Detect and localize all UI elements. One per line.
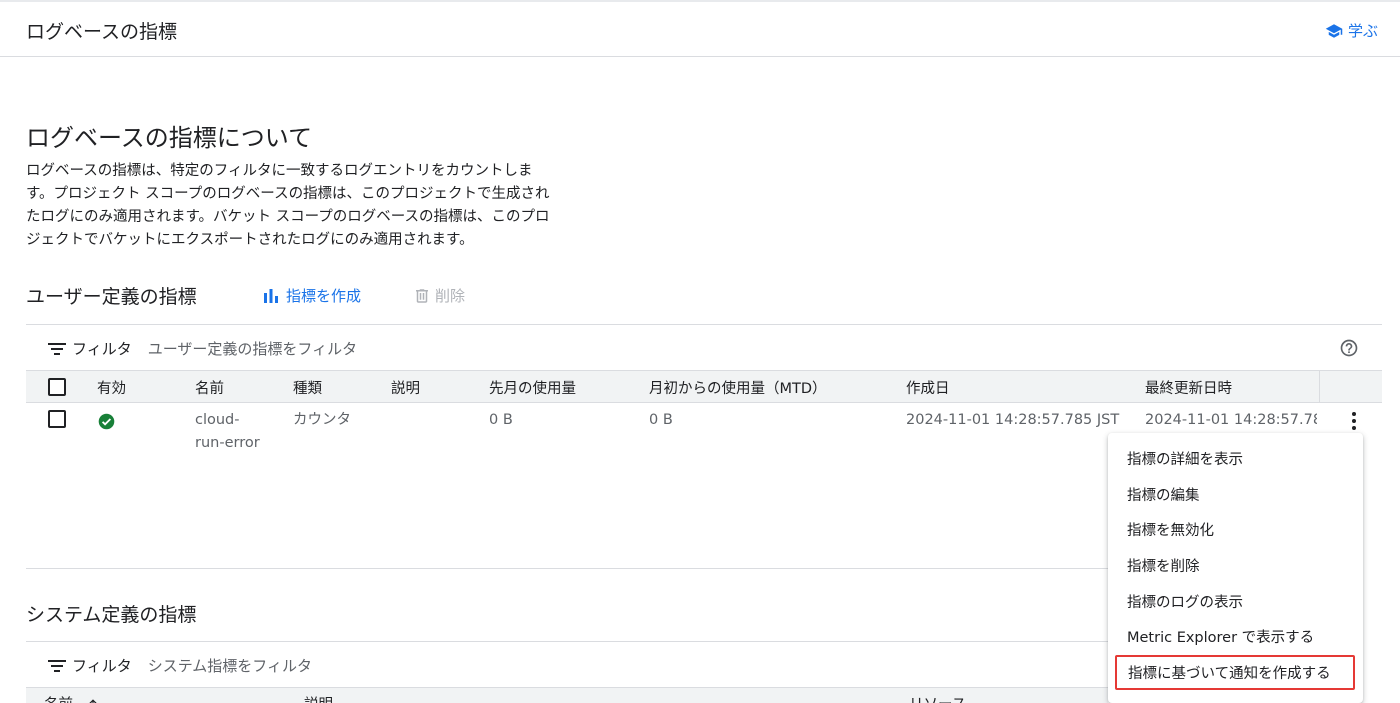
column-divider	[1319, 371, 1320, 402]
create-metric-label: 指標を作成	[286, 287, 362, 305]
graduation-cap-icon	[1325, 23, 1343, 38]
system-filter-bar[interactable]: フィルタ システム指標をフィルタ	[48, 655, 312, 676]
filter-label: フィルタ	[72, 657, 132, 675]
divider	[26, 568, 1108, 569]
filter-icon	[48, 342, 66, 355]
trash-icon	[416, 288, 428, 303]
check-circle-icon	[98, 413, 115, 430]
menu-item-edit-metric[interactable]: 指標の編集	[1108, 477, 1363, 513]
system-metrics-table-header: 名前 説明 リソース	[26, 687, 1108, 703]
divider	[26, 324, 1382, 325]
metric-context-menu: 指標の詳細を表示 指標の編集 指標を無効化 指標を削除 指標のログの表示 Met…	[1108, 433, 1363, 703]
column-header-updated[interactable]: 最終更新日時	[1145, 377, 1232, 398]
column-header-description[interactable]: 説明	[304, 693, 333, 703]
metric-last-month-usage: 0 B	[489, 412, 513, 428]
column-header-last-month-usage[interactable]: 先月の使用量	[489, 377, 576, 398]
menu-item-view-details[interactable]: 指標の詳細を表示	[1108, 441, 1363, 477]
about-description: ログベースの指標は、特定のフィルタに一致するログエントリをカウントしま す。プロ…	[26, 160, 596, 252]
system-metrics-heading: システム定義の指標	[26, 604, 197, 626]
menu-item-delete-metric[interactable]: 指標を削除	[1108, 548, 1363, 584]
about-line: す。プロジェクト スコープのログベースの指標は、このプロジェクトで生成され	[26, 186, 550, 202]
menu-item-disable-metric[interactable]: 指標を無効化	[1108, 512, 1363, 548]
column-header-description[interactable]: 説明	[391, 377, 420, 398]
user-filter-bar[interactable]: フィルタ ユーザー定義の指標をフィルタ	[48, 338, 357, 359]
user-metrics-table-header: 有効 名前 種類 説明 先月の使用量 月初からの使用量（MTD） 作成日 最終更…	[26, 370, 1382, 403]
page-title: ログベースの指標	[26, 21, 178, 43]
system-filter-input[interactable]: システム指標をフィルタ	[148, 655, 312, 676]
user-filter-input[interactable]: ユーザー定義の指標をフィルタ	[148, 338, 357, 359]
column-header-mtd-usage[interactable]: 月初からの使用量（MTD）	[649, 377, 827, 398]
column-header-name-label: 名前	[44, 697, 73, 703]
column-header-type[interactable]: 種類	[293, 377, 322, 398]
bar-chart-icon	[264, 288, 278, 303]
filter-label: フィルタ	[72, 340, 132, 358]
row-checkbox[interactable]	[48, 410, 66, 428]
user-metrics-heading: ユーザー定義の指標	[26, 286, 197, 308]
column-header-name[interactable]: 名前	[195, 377, 224, 398]
divider	[26, 641, 1108, 642]
delete-label: 削除	[435, 287, 466, 305]
column-header-name[interactable]: 名前	[44, 693, 100, 703]
top-bar: ログベースの指標 学ぶ	[0, 0, 1400, 57]
about-heading: ログベースの指標について	[26, 124, 313, 152]
about-line: ジェクトでバケットにエクスポートされたログにのみ適用されます。	[26, 232, 474, 248]
column-header-created[interactable]: 作成日	[906, 377, 950, 398]
metric-name[interactable]: cloud- run-error	[195, 409, 260, 455]
about-line: ログベースの指標は、特定のフィルタに一致するログエントリをカウントしま	[26, 163, 533, 179]
metric-updated: 2024-11-01 14:28:57.785	[1145, 412, 1317, 428]
create-metric-button[interactable]: 指標を作成	[262, 285, 361, 306]
help-icon[interactable]	[1339, 338, 1359, 358]
column-header-enabled[interactable]: 有効	[97, 377, 126, 398]
menu-item-create-alert[interactable]: 指標に基づいて通知を作成する	[1115, 654, 1355, 691]
metric-name-line: cloud-	[195, 412, 240, 428]
metric-created: 2024-11-01 14:28:57.785 JST	[906, 412, 1120, 428]
learn-button[interactable]: 学ぶ	[1325, 20, 1378, 41]
select-all-checkbox[interactable]	[48, 378, 66, 396]
menu-item-view-logs[interactable]: 指標のログの表示	[1108, 583, 1363, 619]
delete-button[interactable]: 削除	[413, 285, 465, 306]
metric-name-line: run-error	[195, 435, 260, 451]
metric-type: カウンタ	[293, 412, 351, 428]
learn-label: 学ぶ	[1347, 22, 1378, 40]
menu-item-view-in-metrics-explorer[interactable]: Metric Explorer で表示する	[1108, 619, 1363, 655]
filter-icon	[48, 659, 66, 672]
sort-up-icon	[88, 699, 97, 703]
column-header-resource[interactable]: リソース	[909, 693, 966, 703]
metric-mtd-usage: 0 B	[649, 412, 673, 428]
about-line: たログにのみ適用されます。バケット スコープのログベースの指標は、このプロ	[26, 209, 550, 225]
more-vert-icon[interactable]	[1342, 409, 1366, 433]
